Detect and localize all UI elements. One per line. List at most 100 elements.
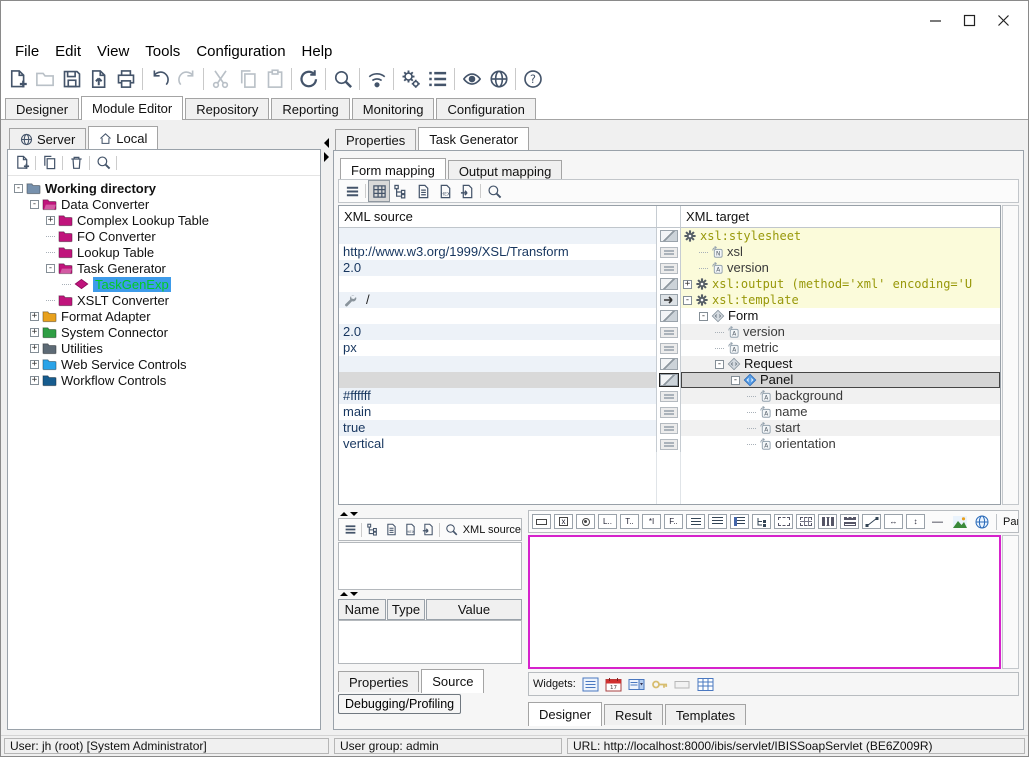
tree-item[interactable]: TaskGenExp [8, 276, 320, 292]
tab-result[interactable]: Result [604, 704, 663, 725]
tree-icon[interactable] [390, 180, 412, 202]
mapping-element-button[interactable] [660, 310, 678, 322]
tab-configuration[interactable]: Configuration [436, 98, 535, 119]
mapping-source-cell[interactable] [339, 356, 657, 372]
formatted-field-icon[interactable]: F.. [664, 514, 683, 529]
menu-icon[interactable] [341, 520, 359, 539]
globe-icon[interactable] [485, 66, 512, 93]
mapping-value-button[interactable] [660, 263, 678, 274]
expand-icon[interactable]: + [683, 280, 692, 289]
text-field-icon[interactable]: T.. [620, 514, 639, 529]
editor-pane-icon[interactable] [708, 514, 727, 529]
tab-designer[interactable]: Designer [528, 702, 602, 726]
tree-widget-icon[interactable] [752, 514, 771, 529]
mapping-target-cell[interactable]: Ametric [681, 340, 1000, 356]
mapping-target-cell[interactable]: -Request [681, 356, 1000, 372]
menu-tools[interactable]: Tools [137, 43, 188, 60]
xml-source-text-area[interactable] [338, 542, 522, 590]
tree-item[interactable]: +System Connector [8, 324, 320, 340]
trash-icon[interactable] [65, 152, 87, 174]
mapping-target-cell[interactable]: -Form [681, 308, 1000, 324]
panel-icon[interactable] [774, 514, 793, 529]
eye-icon[interactable] [458, 66, 485, 93]
mapping-vertical-scrollbar[interactable] [1002, 205, 1019, 505]
new-document-icon[interactable] [4, 66, 31, 93]
search-icon[interactable] [483, 180, 505, 202]
mapping-source-cell[interactable] [339, 228, 657, 244]
horizontal-glue-icon[interactable]: ↔ [884, 514, 903, 529]
tree-item[interactable]: -Data Converter [8, 196, 320, 212]
mapping-target-cell[interactable]: -xsl:template [681, 292, 1000, 308]
vertical-splitter[interactable] [321, 126, 333, 730]
diagonal-icon[interactable] [862, 514, 881, 529]
widget-table-icon[interactable] [697, 677, 714, 692]
table-pane-icon[interactable] [730, 514, 749, 529]
mapping-target-cell[interactable]: -Panel [681, 372, 1000, 388]
column-header-value[interactable]: Value [426, 599, 522, 620]
tab-task-generator[interactable]: Task Generator [418, 127, 529, 151]
mapping-element-button[interactable] [660, 278, 678, 290]
hex-document-icon[interactable]: HEX [434, 180, 456, 202]
mapping-target-cell[interactable]: Astart [681, 420, 1000, 436]
image-icon[interactable] [950, 514, 969, 529]
designer-canvas[interactable] [528, 535, 1001, 669]
mapping-value-button[interactable] [660, 343, 678, 354]
collapse-icon[interactable]: - [30, 200, 39, 209]
collapse-left-icon[interactable] [324, 138, 329, 148]
help-icon[interactable]: ? [519, 66, 546, 93]
tree-item[interactable]: +Format Adapter [8, 308, 320, 324]
tree-item[interactable]: +Web Service Controls [8, 356, 320, 372]
row-panel-icon[interactable] [840, 514, 859, 529]
tree-item[interactable]: +Complex Lookup Table [8, 212, 320, 228]
mapping-source-cell[interactable]: 2.0 [339, 260, 657, 276]
menu-help[interactable]: Help [294, 43, 341, 60]
mapping-value-button[interactable] [660, 327, 678, 338]
tab-properties[interactable]: Properties [338, 671, 419, 692]
mapping-value-button[interactable] [660, 247, 678, 258]
document-icon[interactable] [383, 520, 401, 539]
search-icon[interactable] [442, 520, 460, 539]
collapse-icon[interactable]: - [699, 312, 708, 321]
collapse-icon[interactable]: - [683, 296, 692, 305]
mapping-value-button[interactable] [660, 391, 678, 402]
menu-edit[interactable]: Edit [47, 43, 89, 60]
mapping-target-cell[interactable]: +xsl:output (method='xml' encoding='U [681, 276, 1000, 292]
import-document-icon[interactable] [85, 66, 112, 93]
mapping-source-cell[interactable]: / [339, 292, 657, 308]
grid-panel-icon[interactable] [796, 514, 815, 529]
splitter-toggle-top[interactable] [338, 510, 522, 518]
tab-source[interactable]: Source [421, 669, 484, 693]
mapping-source-cell[interactable]: http://www.w3.org/1999/XSL/Transform [339, 244, 657, 260]
tree-item[interactable]: FO Converter [8, 228, 320, 244]
tab-templates[interactable]: Templates [665, 704, 746, 725]
widget-text-field-icon[interactable] [674, 677, 691, 692]
mapping-source-cell[interactable]: 2.0 [339, 324, 657, 340]
mapping-element-button[interactable] [660, 374, 678, 386]
widget-combobox-icon[interactable] [628, 677, 645, 692]
expand-icon[interactable]: + [30, 344, 39, 353]
maximize-button[interactable] [952, 8, 986, 32]
hex-document-icon[interactable]: HEX [401, 520, 419, 539]
tree-item[interactable]: +Workflow Controls [8, 372, 320, 388]
menu-file[interactable]: File [7, 43, 47, 60]
menu-configuration[interactable]: Configuration [188, 43, 293, 60]
tab-monitoring[interactable]: Monitoring [352, 98, 435, 119]
separator-icon[interactable]: — [928, 514, 947, 529]
collapse-icon[interactable]: - [731, 376, 740, 385]
search-icon[interactable] [92, 152, 114, 174]
undo-icon[interactable] [146, 66, 173, 93]
tab-designer[interactable]: Designer [5, 98, 79, 119]
expand-icon[interactable]: + [30, 312, 39, 321]
copy-icon[interactable] [38, 152, 60, 174]
mapping-target-cell[interactable]: Aversion [681, 260, 1000, 276]
menu-view[interactable]: View [89, 43, 137, 60]
menu-icon[interactable] [341, 180, 363, 202]
password-field-icon[interactable]: *I [642, 514, 661, 529]
expand-icon[interactable]: + [30, 328, 39, 337]
search-icon[interactable] [329, 66, 356, 93]
settings-gears-icon[interactable] [397, 66, 424, 93]
expand-icon[interactable]: + [46, 216, 55, 225]
tree-item[interactable]: XSLT Converter [8, 292, 320, 308]
mapping-target-cell[interactable]: Aname [681, 404, 1000, 420]
list-settings-icon[interactable] [424, 66, 451, 93]
